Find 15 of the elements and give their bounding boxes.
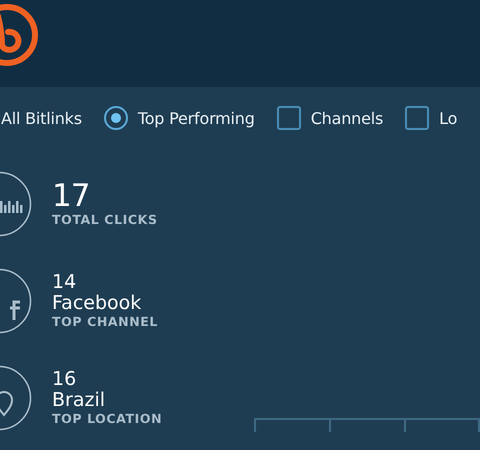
stat-value: 17 <box>52 180 90 212</box>
stat-label: TOTAL CLICKS <box>52 212 158 228</box>
checkbox[interactable] <box>405 106 430 130</box>
option-label[interactable]: All Bitlinks <box>1 108 82 128</box>
option-label[interactable]: Channels <box>310 108 384 128</box>
stat-name: Facebook <box>52 293 142 314</box>
checkbox[interactable] <box>276 106 301 130</box>
option-label[interactable]: Top Performing <box>138 108 255 128</box>
stat-label: TOP LOCATION <box>52 411 162 427</box>
option-label[interactable]: Lo <box>439 108 458 128</box>
stat-label: TOP CHANNEL <box>52 314 158 330</box>
radio-button[interactable] <box>104 106 128 130</box>
stat-name: Brazil <box>52 390 106 411</box>
stat-value: 16 <box>52 369 78 390</box>
stat-value: 14 <box>52 272 78 293</box>
